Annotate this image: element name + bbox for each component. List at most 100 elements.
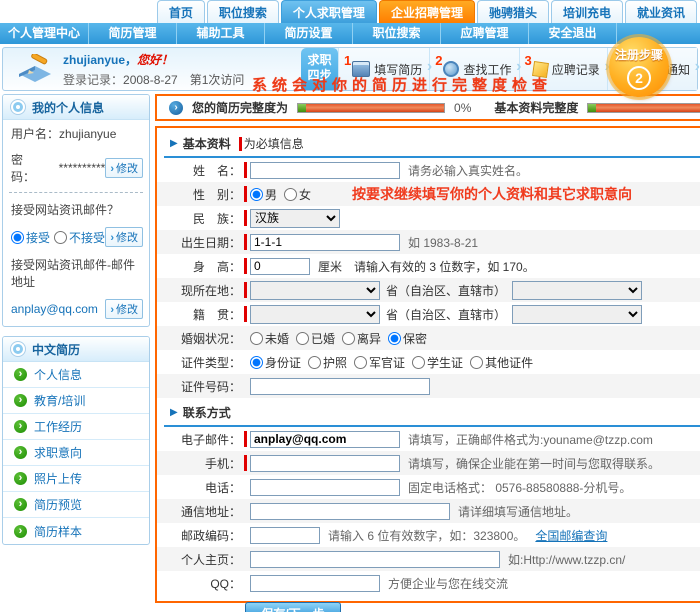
arrow-icon: ›	[110, 232, 114, 244]
tab-home[interactable]: 首页	[157, 0, 205, 23]
id-type-idcard-radio[interactable]	[250, 356, 263, 369]
id-type-passport-option[interactable]: 护照	[308, 354, 347, 371]
id-type-military-radio[interactable]	[354, 356, 367, 369]
sidebar-item-work-experience[interactable]: › 工作经历	[3, 414, 149, 440]
zip-input[interactable]	[250, 527, 320, 544]
birth-input[interactable]	[250, 234, 400, 251]
zip-lookup-link[interactable]: 全国邮编查询	[535, 527, 607, 544]
password-label: 密 码：	[11, 151, 59, 185]
register-step-title: 注册步骤	[609, 46, 669, 63]
name-input[interactable]	[250, 162, 400, 179]
qq-hint: 方便企业与您在线交流	[388, 575, 508, 592]
sidebar-item-photo-upload[interactable]: › 照片上传	[3, 466, 149, 492]
address-label: 通信地址：	[157, 503, 241, 520]
accept-radio-label[interactable]: 接受	[11, 229, 50, 246]
tab-training[interactable]: 培训充电	[551, 0, 623, 23]
phone-label: 电话：	[157, 479, 241, 496]
basic-section-header: ▶ 基本资料 为必填信息	[157, 133, 700, 154]
ethnic-select[interactable]: 汉族	[250, 209, 340, 228]
sidebar-item-personal-info[interactable]: › 个人信息	[3, 362, 149, 388]
id-type-other-radio[interactable]	[470, 356, 483, 369]
gender-male-option[interactable]: 男	[250, 186, 277, 203]
homepage-input[interactable]	[250, 551, 500, 568]
marital-single-radio[interactable]	[250, 332, 263, 345]
spacer	[244, 503, 247, 519]
nav-position-search[interactable]: 职位搜索	[353, 23, 441, 44]
phone-input[interactable]	[250, 479, 400, 496]
marital-divorced-option[interactable]: 离异	[342, 330, 381, 347]
id-type-passport-radio[interactable]	[308, 356, 321, 369]
save-next-button[interactable]: 保存/下一步	[245, 602, 341, 612]
marital-divorced-radio[interactable]	[342, 332, 355, 345]
qq-input[interactable]	[250, 575, 380, 592]
id-number-input[interactable]	[250, 378, 430, 395]
marital-secret-option[interactable]: 保密	[388, 330, 427, 347]
steps-tab-line1: 求职	[301, 53, 338, 68]
modify-password-button[interactable]: ›修改	[105, 158, 143, 178]
id-type-row: 证件类型： 身份证 护照 军官证 学生证 其他证件	[157, 350, 700, 374]
address-hint: 请详细填写通信地址。	[458, 503, 578, 520]
reject-radio[interactable]	[54, 231, 67, 244]
gender-female-option[interactable]: 女	[284, 186, 311, 203]
required-marker	[244, 282, 247, 298]
email-hint: 请填写，正确邮件格式为:youname@tzzp.com	[408, 431, 653, 448]
id-type-other-option[interactable]: 其他证件	[470, 354, 533, 371]
tab-enterprise-recruit-management[interactable]: 企业招聘管理	[379, 0, 475, 23]
address-input[interactable]	[250, 503, 450, 520]
mail-address-row: anplay@qq.com ›修改	[3, 294, 149, 326]
marital-single-option[interactable]: 未婚	[250, 330, 289, 347]
username-text: zhujianyue	[63, 53, 125, 67]
tab-personal-job-management[interactable]: 个人求职管理	[281, 0, 377, 23]
id-type-military-option[interactable]: 军官证	[354, 354, 405, 371]
nav-assist-tools[interactable]: 辅助工具	[177, 23, 265, 44]
accept-radio[interactable]	[11, 231, 24, 244]
mail-address-label: 接受网站资讯邮件-邮件地址	[11, 256, 143, 290]
nav-resume-settings[interactable]: 简历设置	[265, 23, 353, 44]
login-record-value: 2008-8-27 第1次访问	[123, 73, 244, 87]
native-city-select[interactable]	[512, 305, 642, 324]
nav-resume-management[interactable]: 简历管理	[89, 23, 177, 44]
spacer	[244, 479, 247, 495]
height-input[interactable]	[250, 258, 310, 275]
tab-job-search[interactable]: 职位搜索	[207, 0, 279, 23]
native-province-select[interactable]	[250, 305, 380, 324]
step-label: 应聘记录	[552, 61, 600, 78]
page: 首页 职位搜索 个人求职管理 企业招聘管理 驰骋猎头 培训充电 就业资讯 个人管…	[0, 0, 700, 612]
birth-row: 出生日期： 如 1983-8-21	[157, 230, 700, 254]
profile-box-title: 我的个人信息	[32, 99, 104, 116]
gender-male-radio[interactable]	[250, 188, 263, 201]
modify-mail-option-button[interactable]: ›修改	[105, 227, 143, 247]
id-type-idcard-option[interactable]: 身份证	[250, 354, 301, 371]
overall-progress-value: 0%	[454, 101, 471, 115]
id-type-student-option[interactable]: 学生证	[412, 354, 463, 371]
id-type-student-radio[interactable]	[412, 356, 425, 369]
green-arrow-icon: ›	[14, 472, 27, 485]
register-step-badge[interactable]: 注册步骤 2	[609, 37, 669, 97]
sidebar-item-job-intention[interactable]: › 求职意向	[3, 440, 149, 466]
required-marker	[244, 210, 247, 226]
location-city-select[interactable]	[512, 281, 642, 300]
sidebar-item-education[interactable]: › 教育/培训	[3, 388, 149, 414]
gender-female-radio[interactable]	[284, 188, 297, 201]
marital-married-radio[interactable]	[296, 332, 309, 345]
modify-mail-address-button[interactable]: ›修改	[105, 299, 143, 319]
profile-box: 我的个人信息 用户名： zhujianyue 密 码： ********** ›…	[2, 94, 150, 327]
mobile-input[interactable]	[250, 455, 400, 472]
location-province-select[interactable]	[250, 281, 380, 300]
sidebar-item-resume-preview[interactable]: › 简历预览	[3, 492, 149, 518]
password-row: 密 码： ********** ›修改	[3, 146, 149, 189]
marital-secret-radio[interactable]	[388, 332, 401, 345]
nav-apply-management[interactable]: 应聘管理	[441, 23, 529, 44]
sidebar-item-label: 照片上传	[34, 470, 82, 487]
tab-headhunting[interactable]: 驰骋猎头	[477, 0, 549, 23]
sidebar-item-label: 简历预览	[34, 496, 82, 513]
marital-married-option[interactable]: 已婚	[296, 330, 335, 347]
nav-personal-center[interactable]: 个人管理中心	[0, 23, 89, 44]
sidebar-item-resume-sample[interactable]: › 简历样本	[3, 518, 149, 544]
reject-radio-label[interactable]: 不接受	[54, 229, 105, 246]
tab-employment-news[interactable]: 就业资讯	[625, 0, 697, 23]
email-input[interactable]	[250, 431, 400, 448]
sidebar-item-label: 工作经历	[34, 418, 82, 435]
triangle-icon: ▶	[170, 138, 178, 149]
nav-logout[interactable]: 安全退出	[529, 23, 617, 44]
